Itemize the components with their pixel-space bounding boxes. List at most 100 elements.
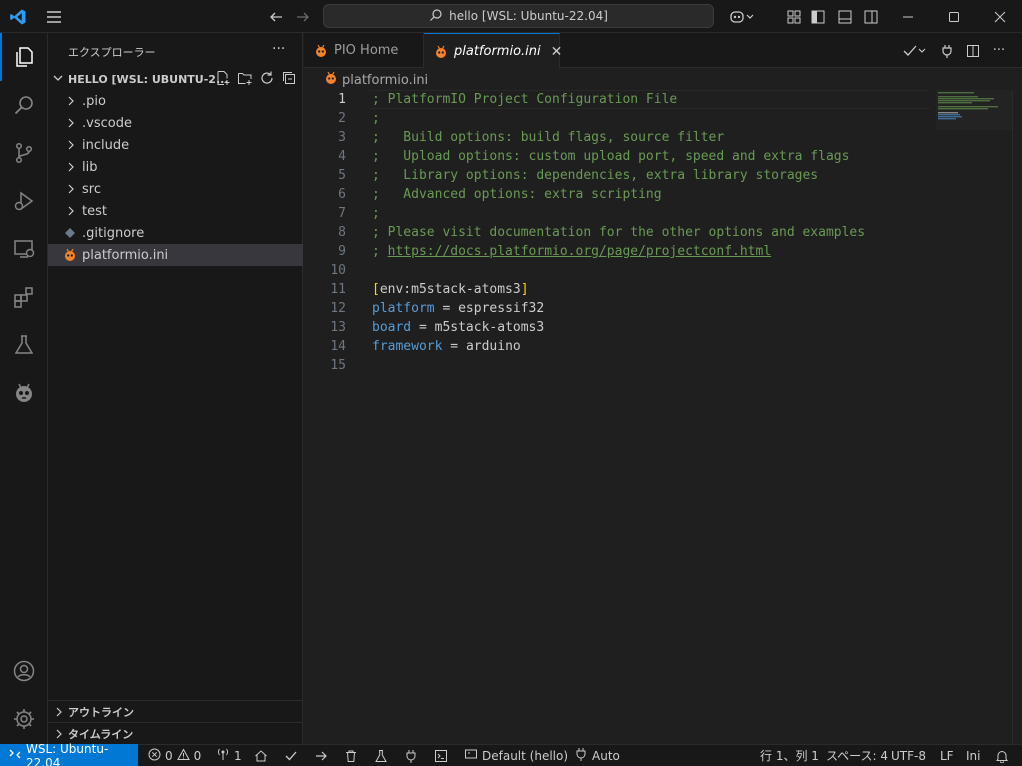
more-actions-icon[interactable]: ··· xyxy=(272,41,285,57)
remote-indicator[interactable]: WSL: Ubuntu-22.04 xyxy=(0,742,138,766)
check-icon[interactable] xyxy=(902,44,934,58)
pio-upload-icon[interactable] xyxy=(314,745,328,766)
code-line: 13 board = m5stack-atoms3 xyxy=(304,318,934,337)
more-editor-actions-icon[interactable]: ··· xyxy=(986,43,1012,58)
back-icon[interactable] xyxy=(265,0,287,33)
end-of-line[interactable]: LF xyxy=(940,745,954,766)
git-file-icon xyxy=(62,227,78,239)
breadcrumb[interactable]: platformio.ini xyxy=(324,69,428,91)
tree-item-vscode[interactable]: .vscode xyxy=(48,112,303,134)
encoding[interactable]: UTF-8 xyxy=(891,745,926,766)
run-debug-icon[interactable] xyxy=(0,177,48,225)
outline-section[interactable]: アウトライン xyxy=(48,700,303,722)
split-editor-icon[interactable] xyxy=(960,44,986,58)
testing-icon[interactable] xyxy=(0,321,48,369)
tree-item-test[interactable]: test xyxy=(48,200,303,222)
line-text: ; Please visit documentation for the oth… xyxy=(372,225,866,240)
line-number: 1 xyxy=(338,92,346,107)
warning-count: 0 xyxy=(193,748,202,763)
chevron-right-icon xyxy=(66,184,78,194)
minimap[interactable] xyxy=(936,90,1012,130)
workspace-folder-header[interactable]: HELLO [WSL: UBUNTU-2... xyxy=(48,68,303,90)
tree-item-label: src xyxy=(82,181,101,197)
tab-bar: PIO Home platformio.ini ✕ ··· xyxy=(304,33,1022,69)
code-line: 2 ; xyxy=(304,109,934,128)
pio-env-switcher[interactable]: Default (hello) xyxy=(464,745,568,766)
toggle-panel-icon[interactable] xyxy=(835,0,855,33)
extensions-icon[interactable] xyxy=(0,273,48,321)
remote-explorer-icon[interactable] xyxy=(0,225,48,273)
chevron-right-icon xyxy=(66,140,78,150)
accounts-icon[interactable] xyxy=(0,647,48,695)
platformio-file-icon xyxy=(62,248,78,262)
menu-icon[interactable] xyxy=(42,0,66,33)
plug-icon[interactable] xyxy=(934,44,960,58)
remote-icon xyxy=(9,748,21,763)
line-number: 6 xyxy=(338,187,346,202)
config-eq: = xyxy=(434,301,459,316)
indentation[interactable]: スペース: 4 xyxy=(826,745,888,766)
line-text: ; Build options: build flags, source fil… xyxy=(372,130,725,145)
platformio-icon[interactable] xyxy=(0,369,48,417)
pio-port-switcher[interactable]: Auto xyxy=(574,745,620,766)
tree-item-pio[interactable]: .pio xyxy=(48,90,303,112)
tree-item-lib[interactable]: lib xyxy=(48,156,303,178)
code-line: 6 ; Advanced options: extra scripting xyxy=(304,185,934,204)
refresh-icon[interactable] xyxy=(259,70,275,89)
plug-icon xyxy=(574,747,588,764)
cursor-position[interactable]: 行 1、列 1 xyxy=(760,745,819,766)
line-number: 15 xyxy=(330,358,346,373)
tab-platformio-ini[interactable]: platformio.ini ✕ xyxy=(424,33,563,69)
chevron-right-icon xyxy=(66,96,78,106)
platformio-tab-icon xyxy=(314,44,328,58)
toggle-primary-sidebar-icon[interactable] xyxy=(808,0,828,33)
explorer-icon[interactable] xyxy=(0,33,48,81)
toggle-secondary-sidebar-icon[interactable] xyxy=(861,0,881,33)
ports-indicator[interactable]: 1 xyxy=(216,745,242,766)
documentation-link[interactable]: https://docs.platformio.org/page/project… xyxy=(388,244,772,259)
minimize-icon[interactable] xyxy=(890,0,926,33)
tree-item-src[interactable]: src xyxy=(48,178,303,200)
new-folder-icon[interactable] xyxy=(237,70,253,89)
source-control-icon[interactable] xyxy=(0,129,48,177)
collapse-all-icon[interactable] xyxy=(281,70,297,89)
vertical-scrollbar[interactable] xyxy=(1012,90,1022,744)
notifications-bell-icon[interactable] xyxy=(995,745,1009,766)
tree-item-gitignore[interactable]: .gitignore xyxy=(48,222,303,244)
tree-item-platformio-ini[interactable]: platformio.ini xyxy=(48,244,303,266)
pio-home-icon[interactable] xyxy=(254,745,268,766)
manage-gear-icon[interactable] xyxy=(0,695,48,743)
forward-icon[interactable] xyxy=(292,0,314,33)
language-mode[interactable]: Ini xyxy=(966,745,980,766)
pio-build-icon[interactable] xyxy=(284,745,298,766)
tree-item-include[interactable]: include xyxy=(48,134,303,156)
code-line: 1 ; PlatformIO Project Configuration Fil… xyxy=(304,90,934,109)
close-tab-icon[interactable]: ✕ xyxy=(551,44,563,60)
copilot-icon[interactable] xyxy=(726,0,758,33)
config-key: framework xyxy=(372,339,443,354)
vscode-logo-icon xyxy=(6,0,30,33)
tab-pio-home[interactable]: PIO Home xyxy=(304,33,424,68)
pio-test-icon[interactable] xyxy=(374,745,388,766)
line-number: 2 xyxy=(338,111,346,126)
problems-indicator[interactable]: 0 0 xyxy=(148,745,201,766)
search-view-icon[interactable] xyxy=(0,81,48,129)
env-label: Default (hello) xyxy=(482,748,569,763)
pio-terminal-icon[interactable] xyxy=(434,745,448,766)
workspace-folder-name: HELLO [WSL: UBUNTU-2... xyxy=(68,72,229,86)
command-center[interactable]: hello [WSL: Ubuntu-22.04] xyxy=(323,4,714,28)
pio-serial-monitor-icon[interactable] xyxy=(404,745,418,766)
ports-count: 1 xyxy=(234,748,242,763)
line-number: 13 xyxy=(330,320,346,335)
config-value: espressif32 xyxy=(458,301,545,316)
layout-customize-icon[interactable] xyxy=(784,0,804,33)
line-number: 3 xyxy=(338,130,346,145)
maximize-icon[interactable] xyxy=(936,0,972,33)
line-number: 5 xyxy=(338,168,346,183)
pio-clean-icon[interactable] xyxy=(344,745,358,766)
line-text: ; PlatformIO Project Configuration File xyxy=(372,92,678,107)
search-icon xyxy=(429,8,443,25)
new-file-icon[interactable] xyxy=(215,70,231,89)
close-window-icon[interactable] xyxy=(982,0,1018,33)
line-number: 7 xyxy=(338,206,346,221)
